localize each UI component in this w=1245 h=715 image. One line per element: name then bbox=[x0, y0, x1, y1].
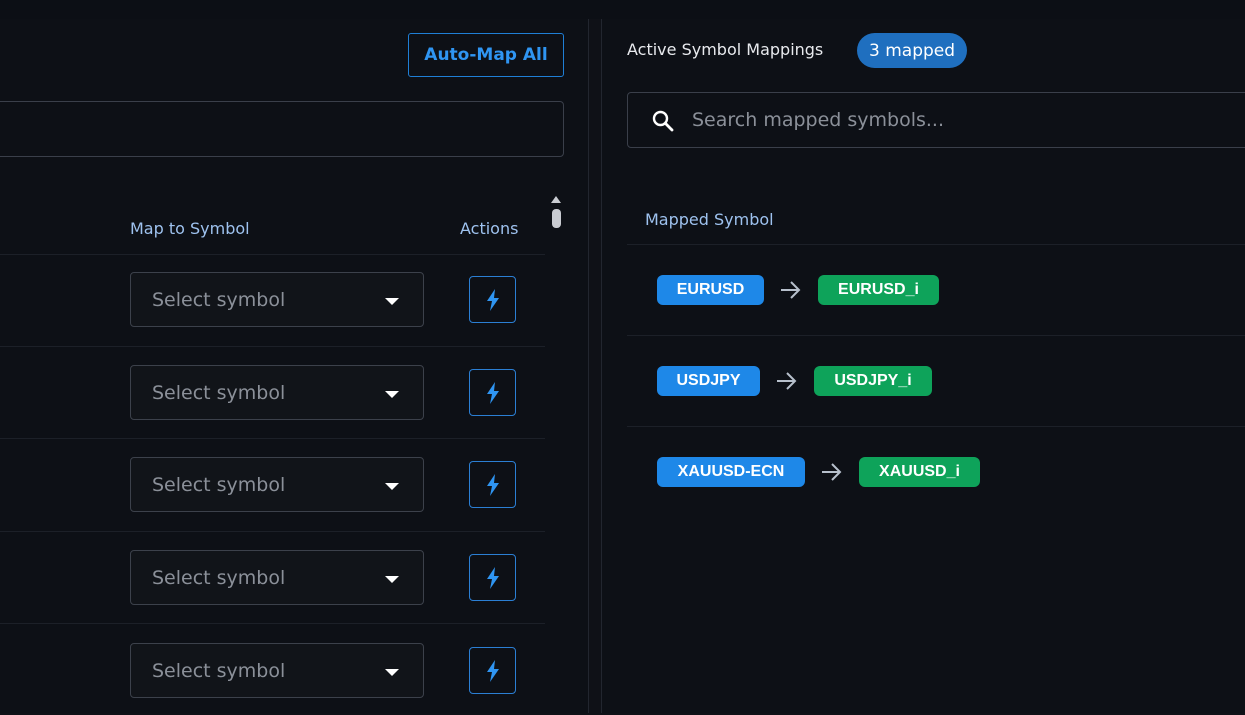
actions-header: Actions bbox=[460, 219, 519, 238]
top-bar bbox=[0, 0, 1245, 19]
active-mappings-title: Active Symbol Mappings bbox=[627, 40, 824, 59]
auto-map-row-button[interactable] bbox=[469, 647, 516, 694]
arrow-right-icon bbox=[822, 463, 842, 481]
auto-map-all-button[interactable]: Auto-Map All bbox=[408, 33, 564, 77]
scroll-up-arrow[interactable] bbox=[551, 196, 561, 203]
symbol-mapping-panel: Auto-Map All Map to Symbol Actions Selec… bbox=[0, 19, 589, 713]
target-symbol-pill: EURUSD_i bbox=[818, 275, 939, 305]
source-symbol-pill: XAUUSD-ECN bbox=[657, 457, 805, 487]
lightning-icon bbox=[486, 566, 499, 589]
auto-map-row-button[interactable] bbox=[469, 554, 516, 601]
search-icon bbox=[652, 110, 674, 132]
auto-map-row-button[interactable] bbox=[469, 369, 516, 416]
mapped-search-input[interactable] bbox=[690, 93, 1245, 147]
mapped-count-badge: 3 mapped bbox=[857, 33, 968, 68]
mapping-row: USDJPY USDJPY_i bbox=[627, 335, 1245, 426]
lightning-icon bbox=[486, 381, 499, 404]
source-search-input[interactable] bbox=[0, 101, 564, 157]
table-row: Select symbol bbox=[0, 346, 545, 438]
source-symbol-pill: USDJPY bbox=[657, 366, 760, 396]
symbol-select-placeholder: Select symbol bbox=[152, 659, 286, 682]
target-symbol-pill: XAUUSD_i bbox=[859, 457, 980, 487]
symbol-select-placeholder: Select symbol bbox=[152, 381, 286, 404]
symbol-select-placeholder: Select symbol bbox=[152, 473, 286, 496]
table-row: Select symbol bbox=[0, 623, 545, 715]
mapping-row: EURUSD EURUSD_i bbox=[627, 244, 1245, 335]
mapping-row: XAUUSD-ECN XAUUSD_i bbox=[627, 426, 1245, 517]
target-symbol-pill: USDJPY_i bbox=[814, 366, 932, 396]
auto-map-row-button[interactable] bbox=[469, 461, 516, 508]
arrow-right-icon bbox=[781, 281, 801, 299]
table-row: Select symbol bbox=[0, 254, 545, 346]
symbol-select[interactable]: Select symbol bbox=[130, 272, 424, 327]
scrollbar-thumb[interactable] bbox=[552, 209, 561, 228]
lightning-icon bbox=[486, 659, 499, 682]
map-to-symbol-header: Map to Symbol bbox=[130, 219, 250, 238]
symbol-select[interactable]: Select symbol bbox=[130, 365, 424, 420]
table-row: Select symbol bbox=[0, 438, 545, 530]
chevron-down-icon bbox=[385, 669, 399, 676]
chevron-down-icon bbox=[385, 576, 399, 583]
source-symbol-pill: EURUSD bbox=[657, 275, 764, 305]
symbol-select-placeholder: Select symbol bbox=[152, 566, 286, 589]
lightning-icon bbox=[486, 473, 499, 496]
symbol-select[interactable]: Select symbol bbox=[130, 457, 424, 512]
mapped-symbol-header: Mapped Symbol bbox=[645, 210, 774, 229]
chevron-down-icon bbox=[385, 483, 399, 490]
chevron-down-icon bbox=[385, 298, 399, 305]
chevron-down-icon bbox=[385, 391, 399, 398]
arrow-right-icon bbox=[777, 372, 797, 390]
lightning-icon bbox=[486, 288, 499, 311]
symbol-select[interactable]: Select symbol bbox=[130, 643, 424, 698]
mapped-search-box bbox=[627, 92, 1245, 148]
table-row: Select symbol bbox=[0, 531, 545, 623]
symbol-select-placeholder: Select symbol bbox=[152, 288, 286, 311]
active-mappings-panel: Active Symbol Mappings 3 mapped Mapped S… bbox=[601, 19, 1245, 713]
auto-map-row-button[interactable] bbox=[469, 276, 516, 323]
symbol-select[interactable]: Select symbol bbox=[130, 550, 424, 605]
